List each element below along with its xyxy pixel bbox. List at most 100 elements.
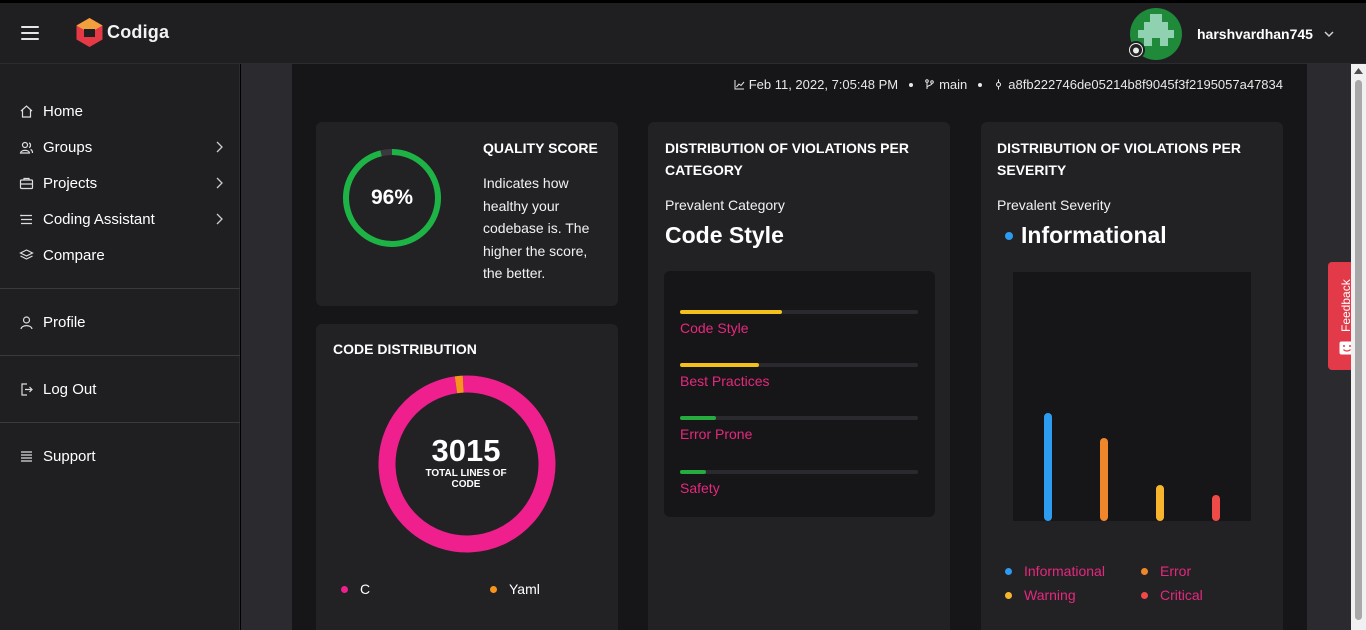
branch-icon bbox=[925, 79, 934, 89]
category-title: DISTRIBUTION OF VIOLATIONS PER CATEGORY bbox=[665, 140, 909, 178]
severity-bar-critical bbox=[1212, 495, 1220, 521]
severity-bar-chart bbox=[1013, 272, 1251, 521]
menu-icon[interactable] bbox=[21, 26, 39, 40]
scroll-thumb[interactable] bbox=[1355, 80, 1362, 620]
legend-item-warning: Warning bbox=[1005, 587, 1076, 603]
sidebar-item-label: Log Out bbox=[43, 380, 97, 398]
prevalent-category-value: Code Style bbox=[665, 222, 784, 248]
sidebar-item-label: Compare bbox=[43, 246, 105, 264]
scroll-up-icon[interactable] bbox=[1354, 68, 1363, 74]
prevalent-category-label: Prevalent Category bbox=[665, 197, 785, 213]
legend-item-error: Error bbox=[1141, 563, 1191, 579]
quality-score-description: Indicates how healthy your codebase is. … bbox=[483, 175, 590, 281]
legend-item-yaml: Yaml bbox=[490, 581, 540, 597]
category-bar-code-style: Code Style bbox=[680, 310, 918, 336]
severity-bar-error bbox=[1100, 437, 1108, 521]
github-icon bbox=[1127, 41, 1145, 59]
bar-fill bbox=[680, 416, 716, 420]
category-bars-panel: Code Style Best Practices Error Prone Sa… bbox=[664, 271, 935, 517]
severity-bar-informational bbox=[1044, 413, 1052, 521]
sidebar-item-support[interactable]: Support bbox=[0, 438, 240, 474]
sidebar-item-label: Groups bbox=[43, 138, 93, 156]
sidebar-item-profile[interactable]: Profile bbox=[0, 304, 240, 340]
sidebar-item-label: Coding Assistant bbox=[43, 210, 155, 228]
prevalent-severity-dot bbox=[1005, 232, 1013, 240]
total-lines-label: TOTAL LINES OF CODE bbox=[425, 468, 507, 490]
sidebar-item-logout[interactable]: Log Out bbox=[0, 371, 240, 407]
sidebar-item-projects[interactable]: Projects bbox=[0, 165, 240, 201]
sidebar-item-groups[interactable]: Groups bbox=[0, 129, 240, 165]
user-menu[interactable]: harshvardhan745 bbox=[1127, 8, 1335, 60]
legend-dot bbox=[1141, 567, 1148, 575]
quality-score-card: 96% QUALITY SCORE Indicates how healthy … bbox=[316, 122, 618, 306]
sidebar-item-coding-assistant[interactable]: Coding Assistant bbox=[0, 201, 240, 237]
chart-line-icon bbox=[734, 80, 745, 90]
top-bar: Codiga harshvardhan745 bbox=[0, 3, 1366, 64]
chevron-down-icon[interactable] bbox=[1323, 28, 1335, 40]
commit-hash: a8fb222746de05214b8f9045f3f2195057a47834 bbox=[1008, 77, 1283, 92]
chevron-right-icon bbox=[216, 213, 223, 225]
legend-dot bbox=[341, 585, 348, 593]
legend-dot bbox=[490, 585, 497, 593]
legend-item-critical: Critical bbox=[1141, 587, 1203, 603]
sidebar: Home Groups Projects Coding Assistant Co… bbox=[0, 64, 240, 630]
category-bar-safety: Safety bbox=[680, 470, 918, 496]
prevalent-severity-value: Informational bbox=[1021, 222, 1167, 248]
bar-label: Error Prone bbox=[680, 426, 753, 442]
bar-fill bbox=[680, 310, 783, 314]
bar-fill bbox=[680, 363, 759, 367]
avatar[interactable] bbox=[1127, 8, 1182, 60]
analysis-meta: Feb 11, 2022, 7:05:48 PM main a8fb222746… bbox=[734, 77, 1283, 92]
legend-item-informational: Informational bbox=[1005, 563, 1105, 579]
violations-severity-card: DISTRIBUTION OF VIOLATIONS PER SEVERITY … bbox=[981, 122, 1283, 630]
compare-icon bbox=[19, 248, 34, 260]
code-distribution-card: CODE DISTRIBUTION 3015 TOTAL LINES OF CO… bbox=[316, 324, 618, 630]
legend-label: Critical bbox=[1160, 587, 1203, 603]
bar-fill bbox=[680, 470, 707, 474]
sidebar-item-label: Projects bbox=[43, 174, 98, 192]
chevron-right-icon bbox=[216, 177, 223, 189]
legend-label: Error bbox=[1160, 563, 1192, 579]
logout-icon bbox=[21, 382, 33, 396]
page-scrollbar[interactable] bbox=[1351, 64, 1366, 630]
bar-label: Best Practices bbox=[680, 373, 770, 389]
sidebar-item-compare[interactable]: Compare bbox=[0, 237, 240, 273]
sidebar-divider bbox=[0, 422, 240, 423]
logo-text: Codiga bbox=[107, 22, 170, 42]
category-bar-best-practices: Best Practices bbox=[680, 363, 918, 389]
sidebar-item-home[interactable]: Home bbox=[0, 93, 240, 129]
severity-title: DISTRIBUTION OF VIOLATIONS PER SEVERITY bbox=[997, 140, 1241, 178]
bar-track bbox=[680, 310, 918, 314]
user-icon bbox=[20, 315, 33, 329]
sidebar-item-label: Profile bbox=[43, 313, 86, 331]
legend-label: Warning bbox=[1024, 587, 1076, 603]
bar-track bbox=[680, 470, 918, 474]
sidebar-item-label: Home bbox=[43, 102, 84, 120]
chevron-right-icon bbox=[216, 141, 223, 153]
legend-dot bbox=[1005, 591, 1012, 599]
legend-item-c: C bbox=[341, 581, 370, 597]
home-icon bbox=[20, 104, 33, 118]
legend-dot bbox=[1005, 567, 1012, 575]
violations-category-card: DISTRIBUTION OF VIOLATIONS PER CATEGORY … bbox=[648, 122, 950, 630]
projects-icon bbox=[19, 177, 34, 189]
support-icon bbox=[21, 450, 32, 462]
coding-assistant-icon bbox=[20, 214, 32, 224]
severity-bar-warning bbox=[1156, 485, 1164, 521]
bar-track bbox=[680, 363, 918, 367]
groups-icon bbox=[19, 141, 34, 154]
legend-label: Informational bbox=[1024, 563, 1105, 579]
total-lines-value: 3015 bbox=[431, 433, 501, 468]
category-bar-error-prone: Error Prone bbox=[680, 416, 918, 442]
prevalent-severity-label: Prevalent Severity bbox=[997, 197, 1111, 213]
logo[interactable]: Codiga bbox=[75, 17, 169, 48]
sidebar-item-label: Support bbox=[43, 447, 96, 465]
analysis-date: Feb 11, 2022, 7:05:48 PM bbox=[748, 77, 899, 92]
donut-center: 3015 TOTAL LINES OF CODE bbox=[376, 434, 556, 494]
branch-name: main bbox=[939, 77, 968, 92]
legend-dot bbox=[1141, 591, 1148, 599]
username[interactable]: harshvardhan745 bbox=[1197, 26, 1313, 42]
legend-label: Yaml bbox=[509, 581, 540, 597]
codiga-logo-icon bbox=[76, 18, 103, 47]
legend-label: C bbox=[360, 581, 371, 597]
